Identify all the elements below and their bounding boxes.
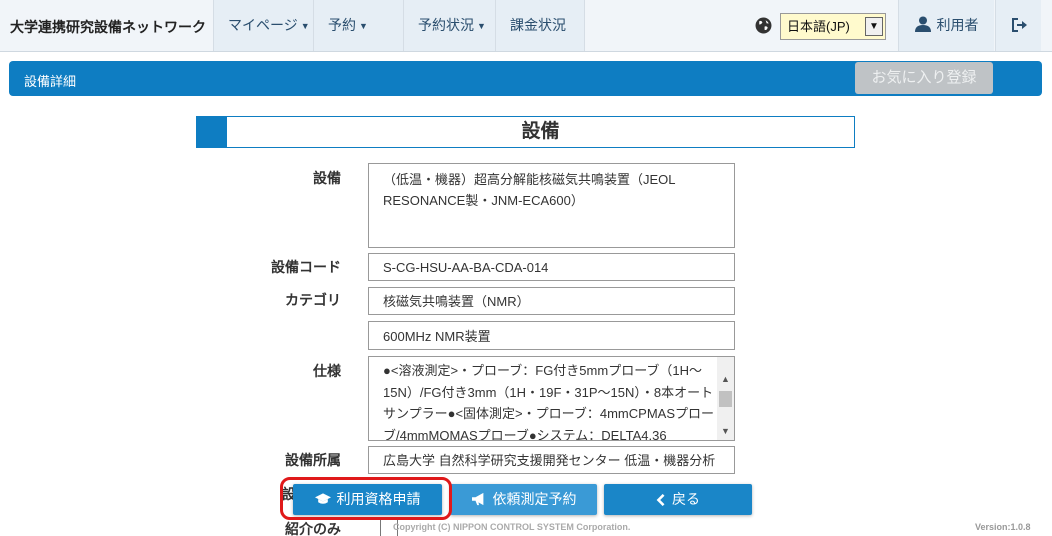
user-menu-label: 利用者 [936,17,979,33]
equipment-label: 設備 [313,170,341,186]
nav-item-label: 予約 [328,17,356,33]
nav-item-mypage[interactable]: マイページ ▼ [213,0,324,51]
spec-label: 仕様 [313,363,341,379]
chevron-down-icon: ▼ [865,17,883,36]
category-label: カテゴリ [285,292,341,308]
nav-item-label: 課金状況 [510,17,566,33]
scroll-down-icon[interactable]: ▼ [717,423,734,440]
spec-text: ●<溶液測定>・プローブ：FG付き5mmプローブ（1H～15N）/FG付き3mm… [383,363,714,441]
affiliation-label: 設備所属 [285,452,341,468]
nav-item-billing-status[interactable]: 課金状況 [495,0,585,51]
nav-item-reservation-status[interactable]: 予約状況 ▼ [403,0,500,51]
spec-textarea[interactable]: ●<溶液測定>・プローブ：FG付き5mmプローブ（1H～15N）/FG付き3mm… [368,356,735,441]
page-header-bar: 設備詳細 お気に入り登録 [9,61,1042,96]
intro-only-label: 紹介のみ [285,521,341,536]
megaphone-icon [471,492,483,506]
affiliation-field[interactable]: 広島大学 自然科学研究支援開発センター 低温・機器分析 [368,446,735,474]
section-heading-label: 設備 [521,121,560,142]
logout-button[interactable] [995,0,1041,51]
equipment-code-field[interactable]: S-CG-HSU-AA-BA-CDA-014 [368,253,735,281]
back-button[interactable]: 戻る [604,484,752,515]
request-measurement-button[interactable]: 依頼測定予約 [450,484,597,515]
top-navbar: 大学連携研究設備ネットワーク マイページ ▼ 予約 ▼ 予約状況 ▼ 課金状況 日本語… [0,0,1052,52]
subcategory-field[interactable]: 600MHz NMR装置 [368,321,735,350]
caret-down-icon: ▼ [359,21,368,31]
globe-icon [755,17,772,34]
user-menu-button[interactable]: 利用者 [898,0,994,51]
caret-down-icon: ▼ [300,21,310,31]
language-select-value: 日本語(JP) [787,19,850,34]
category-field[interactable]: 核磁気共鳴装置（NMR） [368,287,735,315]
page-title: 設備詳細 [24,74,77,89]
nav-item-label: マイページ [228,17,298,33]
nav-item-label: 予約状況 [418,17,474,33]
user-icon [914,16,931,32]
copyright-text: Copyright (C) NIPPON CONTROL SYSTEM Corp… [393,522,631,532]
section-heading: 設備 [196,116,855,148]
chevron-left-icon [656,493,665,507]
back-label: 戻る [672,491,700,507]
partial-label: 設 [282,486,296,502]
brand-title[interactable]: 大学連携研究設備ネットワーク [10,17,206,37]
highlight-annotation [280,477,452,520]
equipment-field[interactable]: （低温・機器）超高分解能核磁気共鳴装置（JEOL RESONANCE製・JNM-… [368,163,735,248]
caret-down-icon: ▼ [477,21,486,31]
scroll-up-icon[interactable]: ▲ [717,371,734,388]
nav-item-reservation[interactable]: 予約 ▼ [313,0,403,51]
logout-icon [1012,18,1027,32]
version-text: Version:1.0.8 [975,522,1031,532]
request-measurement-label: 依頼測定予約 [492,491,577,507]
spec-scrollbar[interactable]: ▲ ▼ [717,357,734,440]
scroll-thumb[interactable] [719,391,732,407]
section-accent [197,117,227,147]
equipment-code-label: 設備コード [271,259,341,275]
language-select[interactable]: 日本語(JP) ▼ [780,13,886,40]
add-favorite-button[interactable]: お気に入り登録 [855,62,993,94]
